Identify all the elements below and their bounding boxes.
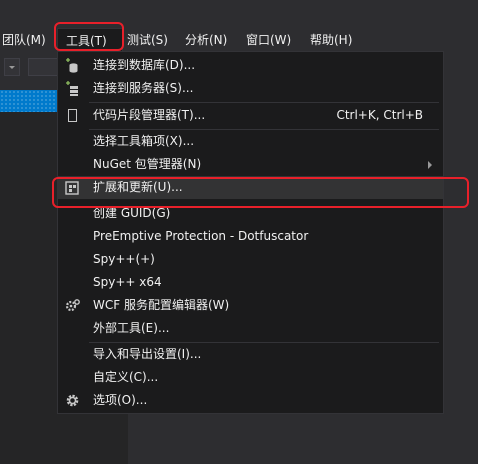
menu-item-label: WCF 服务配置编辑器(W)	[93, 298, 230, 312]
menu-item-label: PreEmptive Protection - Dotfuscator	[93, 229, 309, 243]
menu-item-label: Spy++(+)	[93, 252, 155, 266]
menu-item-import-export-settings[interactable]: 导入和导出设置(I)...	[58, 343, 443, 366]
menu-item-label: 选项(O)...	[93, 393, 148, 407]
menu-item-label: 自定义(C)...	[93, 370, 159, 384]
menu-item-spy-plus-plus-x64[interactable]: Spy++ x64	[58, 271, 443, 294]
menu-item-code-snippets-manager[interactable]: 代码片段管理器(T)... Ctrl+K, Ctrl+B	[58, 104, 443, 127]
menu-item-wcf-config-editor[interactable]: WCF 服务配置编辑器(W)	[58, 294, 443, 317]
menu-item-label: 连接到数据库(D)...	[93, 58, 196, 72]
gear-icon	[66, 394, 79, 407]
menu-test[interactable]: 测试(S)	[127, 28, 168, 52]
menu-item-choose-toolbox-items[interactable]: 选择工具箱项(X)...	[58, 130, 443, 153]
code-snippet-icon	[68, 109, 77, 122]
menu-item-label: 选择工具箱项(X)...	[93, 134, 195, 148]
menu-item-label: Spy++ x64	[93, 275, 162, 289]
menu-item-connect-database[interactable]: 连接到数据库(D)...	[58, 54, 443, 77]
menu-item-label: 导入和导出设置(I)...	[93, 347, 202, 361]
menu-help[interactable]: 帮助(H)	[310, 28, 352, 52]
active-document-tab[interactable]	[0, 90, 58, 112]
toolbar-combo-box[interactable]	[28, 58, 58, 76]
menu-item-label: NuGet 包管理器(N)	[93, 157, 202, 171]
menu-window[interactable]: 窗口(W)	[246, 28, 291, 52]
menu-team[interactable]: 团队(M)	[2, 28, 46, 52]
wcf-config-icon	[65, 299, 80, 312]
menu-item-shortcut: Ctrl+K, Ctrl+B	[336, 108, 423, 122]
menu-item-label: 连接到服务器(S)...	[93, 81, 194, 95]
menu-item-connect-server[interactable]: 连接到服务器(S)...	[58, 77, 443, 100]
tools-dropdown-menu: 连接到数据库(D)... 连接到服务器(S)... 代码片段管理器(T)... …	[57, 51, 444, 414]
extensions-item-highlight-outline	[52, 177, 469, 208]
menu-analyze[interactable]: 分析(N)	[185, 28, 227, 52]
connect-server-icon	[66, 81, 78, 96]
menu-item-options[interactable]: 选项(O)...	[58, 389, 443, 412]
menu-item-dotfuscator[interactable]: PreEmptive Protection - Dotfuscator	[58, 225, 443, 248]
menu-item-label: 外部工具(E)...	[93, 321, 170, 335]
menu-item-spy-plus-plus[interactable]: Spy++(+)	[58, 248, 443, 271]
menu-item-nuget-package-manager[interactable]: NuGet 包管理器(N)	[58, 153, 443, 176]
tools-menu-highlight-outline	[54, 22, 124, 51]
menu-item-customize[interactable]: 自定义(C)...	[58, 366, 443, 389]
submenu-arrow-icon	[428, 161, 432, 169]
connect-database-icon	[66, 58, 78, 73]
menu-separator	[89, 102, 439, 103]
menu-item-external-tools[interactable]: 外部工具(E)...	[58, 317, 443, 340]
menu-item-label: 代码片段管理器(T)...	[93, 108, 206, 122]
toolbar-dropdown-button[interactable]	[4, 58, 20, 76]
